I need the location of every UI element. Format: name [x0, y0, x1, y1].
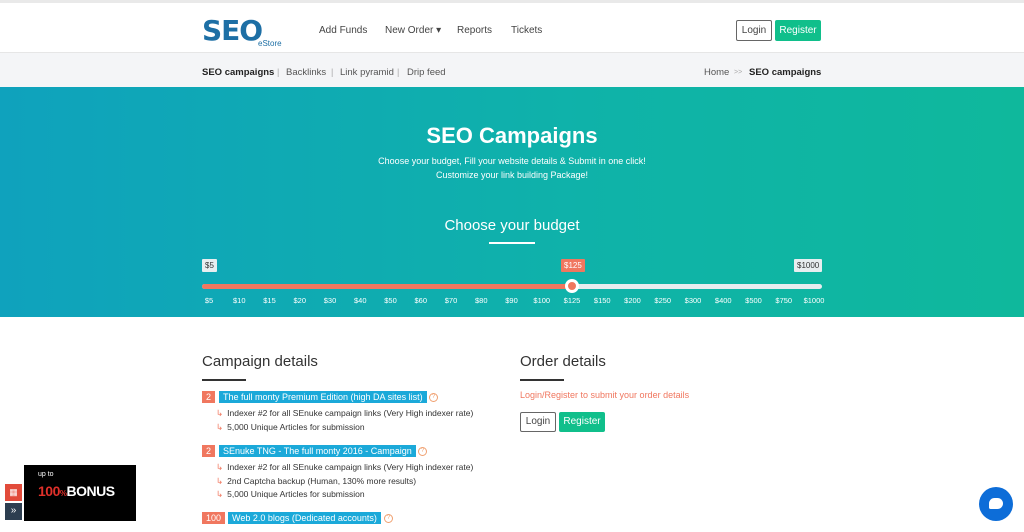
order-details-title: Order details — [520, 353, 606, 370]
slider-tick-label: $400 — [714, 296, 732, 305]
campaign-sub-item: ↳ 2nd Captcha backup (Human, 130% more re… — [216, 476, 417, 486]
campaign-item-name[interactable]: Web 2.0 blogs (Dedicated accounts) — [228, 512, 381, 524]
budget-title-underline — [489, 242, 535, 244]
subnav-separator: | — [331, 67, 334, 77]
hero-line-1: Choose your budget, Fill your website de… — [378, 156, 646, 166]
budget-slider-handle[interactable] — [565, 279, 579, 293]
bonus-upto: up to — [38, 471, 54, 478]
header-register-button[interactable]: Register — [775, 20, 821, 41]
slider-tick-label: $250 — [654, 296, 672, 305]
slider-tick-label: $125 — [563, 296, 581, 305]
sub-arrow-icon: ↳ — [216, 489, 224, 499]
nav-add-funds[interactable]: Add Funds — [319, 25, 367, 36]
slider-tick-label: $500 — [745, 296, 762, 305]
nav-new-order[interactable]: New Order ▾ — [385, 25, 441, 36]
item-quantity: 2 — [202, 445, 216, 457]
slider-tick-label: $15 — [263, 296, 276, 305]
campaign-item-name[interactable]: SEnuke TNG - The full monty 2016 - Campa… — [219, 445, 416, 457]
sub-arrow-icon: ↳ — [216, 422, 224, 432]
campaign-sub-item: ↳ 5,000 Unique Articles for submission — [216, 422, 365, 432]
budget-slider-fill — [202, 284, 572, 289]
slider-tick-label: $20 — [293, 296, 307, 305]
campaign-sub-item: ↳ Indexer #2 for all SEnuke campaign link… — [216, 408, 474, 418]
slider-tick-label: $100 — [533, 296, 551, 305]
seo-estore-logo[interactable]: SEO eStore — [202, 14, 282, 50]
gift-icon[interactable]: ▦ — [5, 484, 22, 501]
breadcrumb-home[interactable]: Home — [704, 67, 729, 78]
slider-tick-label: $60 — [414, 296, 428, 305]
campaign-item-name[interactable]: The full monty Premium Edition (high DA … — [219, 391, 427, 403]
slider-tick-label: $90 — [505, 296, 518, 305]
chat-bubble-icon[interactable] — [979, 487, 1013, 521]
item-quantity: 2 — [202, 391, 216, 403]
help-icon[interactable]: ? — [418, 447, 427, 456]
slider-tick-label: $80 — [474, 296, 488, 305]
breadcrumb-separator: >> — [734, 69, 743, 76]
nav-reports[interactable]: Reports — [457, 25, 492, 36]
campaign-sub-item: ↳ Indexer #2 for all SEnuke campaign link… — [216, 462, 474, 472]
header-login-button[interactable]: Login — [736, 20, 772, 41]
order-login-button[interactable]: Login — [520, 412, 556, 432]
nav-tickets[interactable]: Tickets — [511, 25, 542, 36]
sub-arrow-icon: ↳ — [216, 476, 224, 486]
subnav-drip-feed[interactable]: Drip feed — [407, 67, 446, 78]
slider-tick-label: $40 — [353, 296, 367, 305]
campaign-details-title: Campaign details — [202, 353, 318, 370]
campaign-title-underline — [202, 379, 246, 381]
hero-line-2: Customize your link building Package! — [435, 170, 589, 180]
help-icon[interactable]: ? — [429, 393, 438, 402]
subnav-separator: | — [397, 67, 400, 77]
campaign-sub-item: ↳ 5,000 Unique Articles for submission — [216, 489, 365, 499]
slider-tick-label: $50 — [384, 296, 397, 305]
bonus-banner[interactable]: up to 100%BONUS — [24, 465, 136, 521]
slider-tick-label: $150 — [593, 296, 611, 305]
bonus-text: 100%BONUS — [38, 483, 115, 499]
hero-banner: SEO Campaigns Choose your budget, Fill y… — [0, 87, 1024, 317]
order-register-button[interactable]: Register — [559, 412, 605, 432]
slider-tick-label: $750 — [775, 296, 793, 305]
subnav-link-pyramid[interactable]: Link pyramid — [340, 67, 394, 78]
expand-icon[interactable]: » — [5, 503, 22, 520]
subnav-backlinks[interactable]: Backlinks — [286, 67, 326, 78]
sub-navigation: SEO campaigns | Backlinks | Link pyramid… — [0, 52, 1024, 87]
sub-arrow-icon: ↳ — [216, 408, 224, 418]
slider-tick-label: $1000 — [803, 296, 825, 305]
slider-tick-label: $10 — [232, 296, 246, 305]
slider-max-label: $1000 — [794, 259, 823, 272]
subnav-separator: | — [277, 67, 280, 77]
item-quantity: 100 — [202, 512, 226, 524]
page-title: SEO Campaigns — [426, 123, 598, 148]
breadcrumb-current: SEO campaigns — [749, 67, 822, 78]
slider-tick-label: $70 — [444, 296, 458, 305]
slider-tick-label: $300 — [684, 296, 702, 305]
slider-tick-label: $30 — [323, 296, 337, 305]
login-register-link[interactable]: Login/Register to submit your order deta… — [520, 390, 689, 400]
order-title-underline — [520, 379, 564, 381]
site-header: SEO eStore Add Funds New Order ▾ Reports… — [0, 3, 1024, 52]
slider-tick-label: $5 — [204, 296, 214, 305]
slider-min-label: $5 — [202, 259, 217, 272]
logo-subtext: eStore — [258, 39, 282, 48]
slider-current-label: $125 — [561, 259, 585, 272]
help-icon[interactable]: ? — [384, 514, 393, 523]
subnav-seo-campaigns[interactable]: SEO campaigns — [202, 67, 274, 78]
budget-title: Choose your budget — [444, 217, 580, 234]
slider-tick-label: $200 — [624, 296, 641, 305]
sub-arrow-icon: ↳ — [216, 462, 224, 472]
logo-text: SEO — [202, 14, 263, 47]
